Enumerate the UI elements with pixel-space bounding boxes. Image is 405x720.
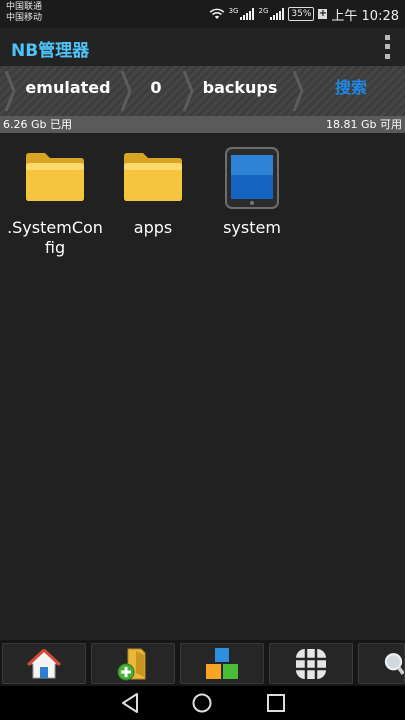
bottom-toolbar	[0, 640, 405, 686]
file-item[interactable]: apps	[103, 146, 203, 238]
battery-icon: 35%	[288, 7, 315, 21]
carrier-info: 中国联通 中国移动	[6, 2, 42, 24]
home-icon	[26, 648, 62, 678]
tablet-icon	[225, 147, 279, 209]
breadcrumb-item-backups[interactable]: backups	[196, 66, 284, 116]
grid-view-button[interactable]	[269, 643, 353, 684]
overflow-menu-icon[interactable]	[383, 33, 391, 61]
status-bar: 中国联通 中国移动 3G 2G 35% + 上午 10:28	[0, 0, 405, 28]
breadcrumb-item-emulated[interactable]: emulated	[18, 66, 118, 116]
file-name: apps	[133, 218, 173, 237]
carrier-2: 中国移动	[6, 13, 43, 23]
signal-2-icon: 2G	[258, 7, 285, 20]
carrier-1: 中国联通	[6, 2, 43, 12]
add-folder-icon	[117, 648, 146, 680]
home-nav-icon[interactable]	[190, 692, 214, 714]
breadcrumb: emulated 0 backups 搜索	[0, 66, 405, 116]
breadcrumb-item-0[interactable]: 0	[134, 66, 178, 116]
file-name: .SystemConfig	[7, 218, 103, 257]
clock: 上午 10:28	[331, 8, 399, 24]
add-folder-button[interactable]	[91, 643, 175, 684]
battery-level: 35%	[291, 9, 312, 19]
search-link[interactable]: 搜索	[335, 66, 367, 116]
storage-bar: 6.26 Gb 已用 18.81 Gb 可用	[0, 116, 405, 133]
app-title: NB管理器	[11, 41, 90, 61]
system-nav-bar	[0, 686, 405, 720]
chevron-right-icon	[292, 70, 304, 112]
apps-button[interactable]	[180, 643, 264, 684]
chevron-right-icon	[4, 70, 16, 112]
file-item[interactable]: system	[202, 146, 302, 238]
file-item[interactable]: .SystemConfig	[5, 146, 105, 258]
storage-free: 18.81 Gb 可用	[326, 118, 402, 131]
folder-icon	[26, 153, 84, 201]
chevron-right-icon	[120, 70, 132, 112]
signal-2-tag: 2G	[258, 7, 269, 15]
storage-used: 6.26 Gb 已用	[3, 118, 72, 131]
app-bar: NB管理器	[0, 28, 405, 66]
signal-1-icon: 3G	[229, 8, 255, 20]
search-button[interactable]	[358, 643, 405, 684]
signal-1-tag: 3G	[228, 7, 239, 15]
chevron-right-icon	[182, 70, 194, 112]
charging-icon: +	[318, 8, 328, 19]
search-icon	[384, 652, 404, 675]
home-button[interactable]	[2, 643, 86, 684]
file-name: system	[223, 218, 281, 237]
recents-icon[interactable]	[264, 692, 288, 714]
apps-blocks-icon	[206, 647, 238, 679]
wifi-icon	[209, 8, 224, 19]
status-icons: 3G 2G 35% + 上午 10:28	[209, 5, 399, 24]
folder-icon	[124, 153, 182, 201]
grid-view-icon	[296, 648, 326, 679]
back-icon[interactable]	[118, 692, 142, 714]
